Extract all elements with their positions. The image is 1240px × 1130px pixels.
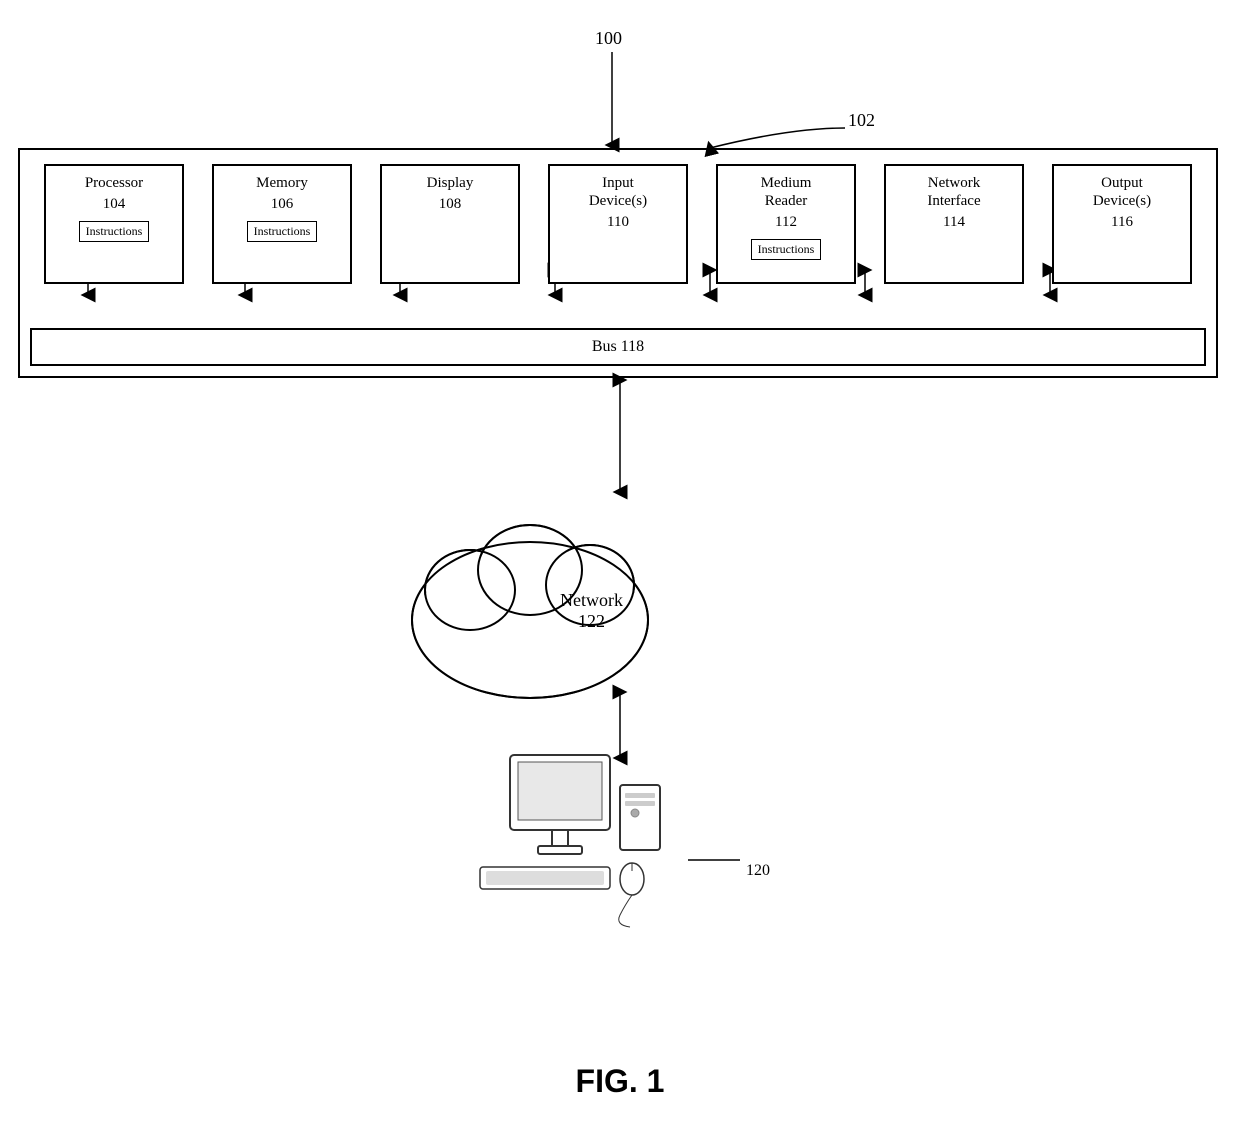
processor-number: 104 (103, 196, 126, 213)
diagram-container: 100 102 Processor 104 Instructions Memor… (0, 0, 1240, 1130)
bus-box: Bus 118 (30, 328, 1206, 366)
medium-reader-box: MediumReader 112 Instructions (716, 164, 856, 284)
label-120: 120 (746, 862, 770, 880)
components-row: Processor 104 Instructions Memory 106 In… (20, 150, 1216, 310)
memory-box: Memory 106 Instructions (212, 164, 352, 284)
label-102: 102 (848, 110, 875, 131)
medium-reader-number: 112 (775, 214, 797, 231)
network-interface-box: NetworkInterface 114 (884, 164, 1024, 284)
label-100: 100 (595, 28, 622, 49)
output-devices-number: 116 (1111, 214, 1133, 231)
network-interface-label: NetworkInterface (927, 174, 980, 210)
memory-number: 106 (271, 196, 294, 213)
processor-instructions: Instructions (79, 221, 150, 242)
network-interface-number: 114 (943, 214, 965, 231)
display-box: Display 108 (380, 164, 520, 284)
medium-reader-label: MediumReader (761, 174, 812, 210)
memory-instructions: Instructions (247, 221, 318, 242)
display-number: 108 (439, 196, 462, 213)
memory-label: Memory (256, 174, 308, 192)
display-label: Display (427, 174, 474, 192)
fig-caption: FIG. 1 (576, 1063, 665, 1100)
input-devices-number: 110 (607, 214, 629, 231)
output-devices-box: OutputDevice(s) 116 (1052, 164, 1192, 284)
processor-label: Processor (85, 174, 143, 192)
medium-reader-instructions: Instructions (751, 239, 822, 260)
processor-box: Processor 104 Instructions (44, 164, 184, 284)
input-devices-box: InputDevice(s) 110 (548, 164, 688, 284)
system-box: Processor 104 Instructions Memory 106 In… (18, 148, 1218, 378)
input-devices-label: InputDevice(s) (589, 174, 647, 210)
output-devices-label: OutputDevice(s) (1093, 174, 1151, 210)
network-label: Network 122 (560, 590, 623, 632)
